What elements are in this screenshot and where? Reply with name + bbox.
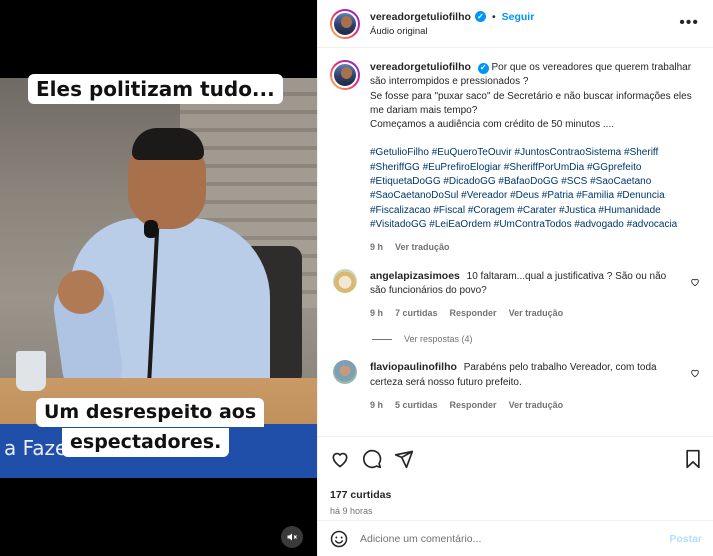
likes-count[interactable]: 177 curtidas xyxy=(330,489,702,501)
original-audio-link[interactable]: Áudio original xyxy=(370,26,534,37)
commenter-avatar[interactable] xyxy=(333,268,357,293)
post-video[interactable]: a Fazen re de 20 Eles politizam tudo... … xyxy=(0,0,317,556)
comment-reply-button[interactable]: Responder xyxy=(450,398,497,412)
emoji-icon[interactable] xyxy=(330,530,348,548)
caption-author-avatar[interactable] xyxy=(330,60,360,90)
comments-section[interactable]: vereadorgetuliofilho ✓ Por que os veread… xyxy=(318,48,713,436)
verified-badge-icon: ✓ xyxy=(477,62,489,74)
caption-translate-link[interactable]: Ver tradução xyxy=(395,240,450,254)
caption-age: 9 h xyxy=(370,242,384,253)
post-timestamp: há 9 horas xyxy=(330,506,373,516)
video-caption-bottom-line2: espectadores. xyxy=(62,428,230,457)
comment-username[interactable]: flaviopaulinofilho xyxy=(370,361,457,373)
like-button[interactable] xyxy=(330,449,350,469)
comment-translate-link[interactable]: Ver tradução xyxy=(509,398,564,412)
comment-likes[interactable]: 5 curtidas xyxy=(395,398,438,412)
view-replies-label: Ver respostas (4) xyxy=(404,334,473,345)
mute-button[interactable] xyxy=(281,526,303,548)
comment-reply-button[interactable]: Responder xyxy=(450,306,497,320)
video-caption-bottom-line1: Um desrespeito aos xyxy=(36,398,265,427)
post-header: vereadorgetuliofilho ✓ • Seguir Áudio or… xyxy=(318,0,713,48)
post-caption: vereadorgetuliofilho ✓ Por que os veread… xyxy=(330,60,700,255)
comment-item: angelapizasimoes 10 faltaram...qual a ju… xyxy=(330,268,700,321)
more-options-icon[interactable]: ••• xyxy=(679,14,699,32)
share-button[interactable] xyxy=(394,449,414,469)
comment-likes[interactable]: 7 curtidas xyxy=(395,306,438,320)
author-username[interactable]: vereadorgetuliofilho xyxy=(370,11,471,23)
post-actions: 177 curtidas há 9 horas xyxy=(318,436,713,516)
add-comment-bar: Postar xyxy=(318,520,713,556)
commenter-avatar[interactable] xyxy=(333,360,357,385)
comment-age: 9 h xyxy=(370,308,384,319)
comment-button[interactable] xyxy=(362,449,382,469)
speaker-muted-icon xyxy=(287,533,297,541)
heart-icon xyxy=(332,452,348,468)
post-panel: vereadorgetuliofilho ✓ • Seguir Áudio or… xyxy=(317,0,713,556)
video-caption-top: Eles politizam tudo... xyxy=(28,74,283,104)
comment-username[interactable]: angelapizasimoes xyxy=(370,270,460,282)
comment-input[interactable] xyxy=(360,532,670,545)
caption-hashtags[interactable]: #GetulioFilho #EuQueroTeOuvir #JuntosCon… xyxy=(370,146,700,232)
bookmark-icon xyxy=(686,449,700,469)
comment-item: flaviopaulinofilho Parabéns pelo trabalh… xyxy=(330,360,700,412)
like-comment-heart-icon[interactable] xyxy=(690,368,700,378)
follow-button[interactable]: Seguir xyxy=(502,11,535,23)
paper-plane-icon xyxy=(394,450,414,469)
view-replies-button[interactable]: Ver respostas (4) xyxy=(372,334,700,344)
post-comment-button[interactable]: Postar xyxy=(669,533,702,545)
caption-username[interactable]: vereadorgetuliofilho xyxy=(370,61,471,73)
author-avatar[interactable] xyxy=(330,8,360,39)
comment-bubble-icon xyxy=(363,449,382,469)
separator-dot: • xyxy=(491,10,496,23)
save-button[interactable] xyxy=(684,449,702,469)
like-comment-heart-icon[interactable] xyxy=(690,277,700,287)
comment-translate-link[interactable]: Ver tradução xyxy=(509,306,564,320)
verified-badge-icon: ✓ xyxy=(474,11,486,22)
comment-age: 9 h xyxy=(370,400,384,411)
